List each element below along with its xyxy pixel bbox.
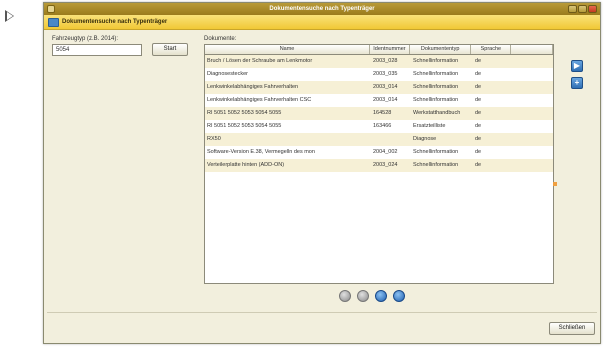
table-row[interactable]: Bruch / Lösen der Schraube am Lenkmotor 2…	[205, 55, 553, 68]
cell-ident: 2003_028	[373, 58, 398, 64]
cell-name: Bruch / Lösen der Schraube am Lenkmotor	[207, 58, 313, 64]
window-title: Dokumentensuche nach Typenträger	[269, 6, 375, 12]
cell-doctype: Schnellinformation	[413, 71, 459, 77]
column-header-ident[interactable]: Identnummer	[370, 45, 410, 54]
cell-doctype: Diagnose	[413, 136, 437, 142]
minimize-icon[interactable]	[568, 5, 577, 13]
table-row[interactable]: RX50 Diagnose de	[205, 133, 553, 146]
cell-language: de	[475, 71, 482, 77]
pagination	[339, 290, 405, 302]
cell-language: de	[475, 58, 482, 64]
table-row[interactable]: Lenkwinkelabhängiges Fahrverhalten CSC 20…	[205, 94, 553, 107]
footer-divider	[47, 312, 597, 313]
close-button[interactable]: Schließen	[549, 322, 595, 335]
subheader-title: Dokumentensuche nach Typenträger	[62, 19, 168, 25]
table-body: Bruch / Lösen der Schraube am Lenkmotor 2…	[205, 55, 553, 225]
page-dot-2[interactable]	[357, 290, 369, 302]
vehicle-type-label: Fahrzeugtyp (z.B. 2014):	[52, 36, 119, 42]
app-icon	[47, 5, 55, 13]
cell-doctype: Werkstatthandbuch	[413, 110, 461, 116]
maximize-icon[interactable]	[578, 5, 587, 13]
documents-label: Dokumente:	[204, 36, 237, 42]
column-header-doctype[interactable]: Dokumententyp	[410, 45, 472, 54]
cell-name: Lenkwinkelabhängiges Fahrverhalten	[207, 84, 299, 90]
cell-ident: 164528	[373, 110, 392, 116]
subheader-bar: Dokumentensuche nach Typenträger	[44, 15, 600, 30]
play-marker-icon	[5, 10, 14, 22]
table-empty-area	[205, 172, 553, 225]
cell-doctype: Schnellinformation	[413, 84, 459, 90]
plus-icon[interactable]: +	[571, 77, 583, 89]
vehicle-type-input[interactable]: 5054	[52, 44, 142, 56]
table-row[interactable]: Lenkwinkelabhängiges Fahrverhalten 2003_0…	[205, 81, 553, 94]
cell-name: RX50	[207, 136, 221, 142]
cell-name: Diagnosestecker	[207, 71, 248, 77]
cell-ident: 2004_002	[373, 149, 398, 155]
cell-name: Verteilerplatte hinten (ADD-ON)	[207, 162, 285, 168]
cell-doctype: Schnellinformation	[413, 58, 459, 64]
cell-ident: 2003_014	[373, 97, 398, 103]
cell-name: RI 5051 5052 5053 5054 5055	[207, 110, 282, 116]
column-header-name[interactable]: Name	[205, 45, 371, 54]
cell-name: RI 5051 5052 5053 5054 5055	[207, 123, 282, 129]
table-row[interactable]: Diagnosestecker 2003_035 Schnellinformatio…	[205, 68, 553, 81]
table-row[interactable]: RI 5051 5052 5053 5054 5055 163466 Ersatzt…	[205, 120, 553, 133]
search-window-icon	[48, 17, 59, 27]
table-row[interactable]: RI 5051 5052 5053 5054 5055 164528 Werksta…	[205, 107, 553, 120]
cell-ident: 2003_035	[373, 71, 398, 77]
dialog-window: Dokumentensuche nach Typenträger Dokumen…	[43, 2, 601, 344]
documents-table: Name Identnummer Dokumententyp Sprache B…	[204, 44, 554, 284]
page-dot-1[interactable]	[339, 290, 351, 302]
cell-name: Software-Version E.38, Vermegelln des mo…	[207, 149, 315, 155]
cell-ident: 2003_024	[373, 162, 398, 168]
content-area: Fahrzeugtyp (z.B. 2014): 5054 Start Doku…	[44, 30, 600, 343]
cell-ident: 2003_014	[373, 84, 398, 90]
start-button[interactable]: Start	[152, 43, 188, 56]
row-marker-icon	[553, 182, 557, 186]
cell-doctype: Ersatzteilliste	[413, 123, 446, 129]
cell-language: de	[475, 97, 482, 103]
column-header-language[interactable]: Sprache	[471, 45, 512, 54]
cell-language: de	[475, 123, 482, 129]
page-dot-3[interactable]	[375, 290, 387, 302]
cell-doctype: Schnellinformation	[413, 97, 459, 103]
play-right-icon[interactable]: ▶	[571, 60, 583, 72]
cell-language: de	[475, 149, 482, 155]
cell-name: Lenkwinkelabhängiges Fahrverhalten CSC	[207, 97, 312, 103]
column-header-extra	[511, 45, 553, 54]
cell-doctype: Schnellinformation	[413, 162, 459, 168]
cell-language: de	[475, 136, 482, 142]
cell-doctype: Schnellinformation	[413, 149, 459, 155]
table-row[interactable]: Verteilerplatte hinten (ADD-ON) 2003_024 S…	[205, 159, 553, 172]
title-bar: Dokumentensuche nach Typenträger	[44, 3, 600, 15]
page-dot-4[interactable]	[393, 290, 405, 302]
window-controls	[568, 5, 597, 13]
cell-ident: 163466	[373, 123, 392, 129]
cell-language: de	[475, 162, 482, 168]
cell-ident	[371, 133, 411, 146]
table-row[interactable]: Software-Version E.38, Vermegelln des mo…	[205, 146, 553, 159]
cell-language: de	[475, 84, 482, 90]
close-icon[interactable]	[588, 5, 597, 13]
table-header: Name Identnummer Dokumententyp Sprache	[205, 45, 553, 55]
cell-language: de	[475, 110, 482, 116]
